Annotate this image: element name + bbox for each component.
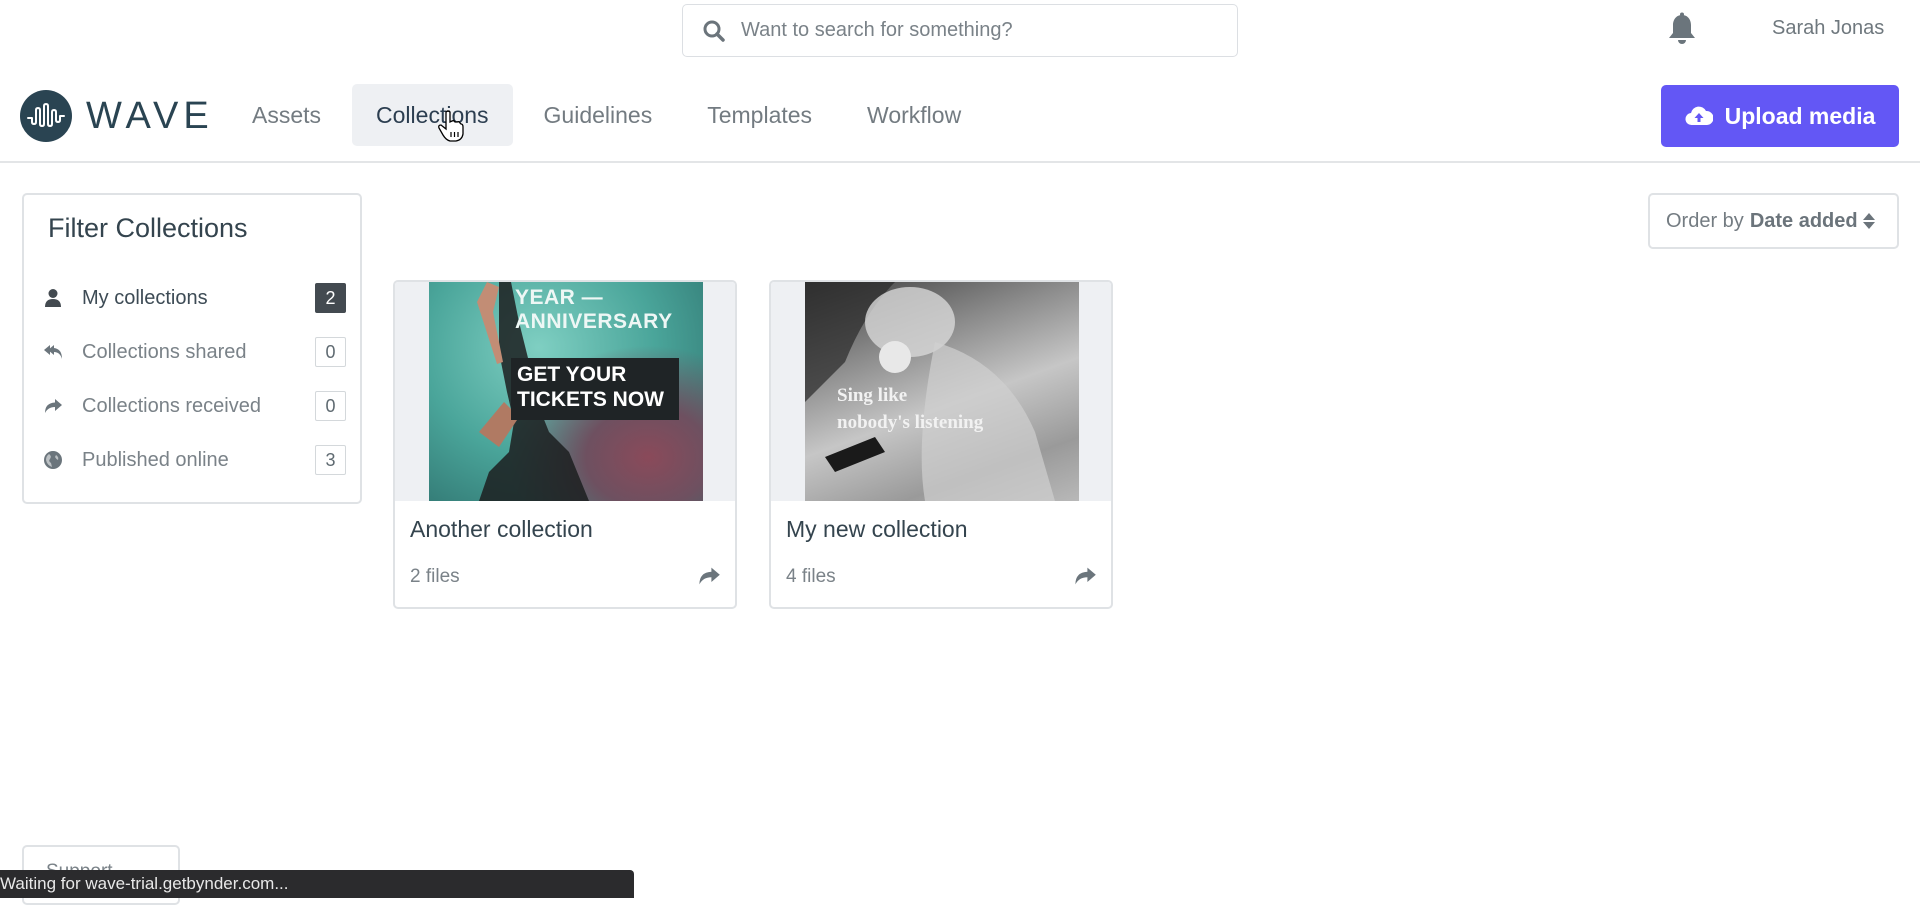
share-icon[interactable] [1073, 565, 1097, 587]
count-badge: 0 [315, 337, 346, 367]
user-icon [42, 287, 64, 309]
order-by-prefix: Order by [1666, 209, 1744, 232]
sort-icon [1862, 211, 1876, 231]
filter-my-collections[interactable]: My collections 2 [42, 280, 346, 316]
notification-bell-icon[interactable] [1666, 12, 1698, 46]
thumbnail-cta: GET YOUR TICKETS NOW [517, 363, 664, 411]
globe-icon [42, 449, 64, 471]
thumbnail-tagline: Sing like nobody's listening [837, 385, 984, 433]
count-badge: 3 [315, 445, 346, 475]
logo-text: WAVE [86, 94, 214, 137]
collection-file-count: 2 files [410, 566, 460, 587]
order-by-dropdown[interactable]: Order by Date added [1648, 193, 1899, 249]
search-box[interactable] [682, 4, 1238, 57]
count-badge: 0 [315, 391, 346, 421]
collection-thumbnail: Sing like nobody's listening [771, 282, 1111, 501]
primary-nav: Assets Collections Guidelines Templates … [228, 84, 992, 146]
collection-card[interactable]: Sing like nobody's listening My new coll… [769, 280, 1113, 609]
search-input[interactable] [741, 19, 1211, 42]
order-by-value: Date added [1749, 209, 1858, 232]
user-menu[interactable]: Sarah Jonas [1772, 17, 1884, 40]
upload-media-label: Upload media [1724, 102, 1876, 129]
filter-label: Collections shared [82, 340, 247, 363]
filter-label: My collections [82, 286, 208, 309]
collection-file-count: 4 files [786, 566, 836, 587]
count-badge: 2 [315, 283, 346, 313]
filter-label: Collections received [82, 394, 261, 417]
collection-card[interactable]: YEAR — ANNIVERSARY GET YOUR TICKETS NOW … [393, 280, 737, 609]
share-icon [42, 395, 64, 417]
filter-published-online[interactable]: Published online 3 [42, 442, 346, 478]
nav-assets[interactable]: Assets [228, 84, 345, 146]
share-icon[interactable] [697, 565, 721, 587]
upload-media-button[interactable]: Upload media [1661, 85, 1899, 147]
logo[interactable]: WAVE [20, 90, 214, 142]
filter-collections-shared[interactable]: Collections shared 0 [42, 334, 346, 370]
filter-collections-received[interactable]: Collections received 0 [42, 388, 346, 424]
search-icon [701, 18, 727, 44]
nav-guidelines[interactable]: Guidelines [520, 84, 677, 146]
filter-title: Filter Collections [48, 213, 248, 243]
thumbnail-headline: YEAR — ANNIVERSARY [515, 286, 673, 333]
browser-status-bar: Waiting for wave-trial.getbynder.com... [0, 870, 634, 898]
collection-thumbnail: YEAR — ANNIVERSARY GET YOUR TICKETS NOW [395, 282, 735, 501]
cloud-upload-icon [1685, 105, 1713, 127]
thumbnail-image: YEAR — ANNIVERSARY GET YOUR TICKETS NOW [429, 282, 703, 501]
nav-templates[interactable]: Templates [683, 84, 836, 146]
nav-workflow[interactable]: Workflow [843, 84, 985, 146]
main-nav-bar: WAVE Assets Collections Guidelines Templ… [0, 60, 1920, 163]
top-bar: Sarah Jonas [0, 0, 1920, 60]
filter-collections-panel: Filter Collections My collections 2 Coll… [22, 193, 362, 504]
filter-label: Published online [82, 448, 229, 471]
wave-logo-icon [20, 90, 72, 142]
reply-all-icon [42, 341, 64, 363]
collection-title[interactable]: Another collection [410, 516, 593, 543]
thumbnail-image: Sing like nobody's listening [805, 282, 1079, 501]
collection-title[interactable]: My new collection [786, 516, 968, 543]
nav-collections[interactable]: Collections [352, 84, 513, 146]
